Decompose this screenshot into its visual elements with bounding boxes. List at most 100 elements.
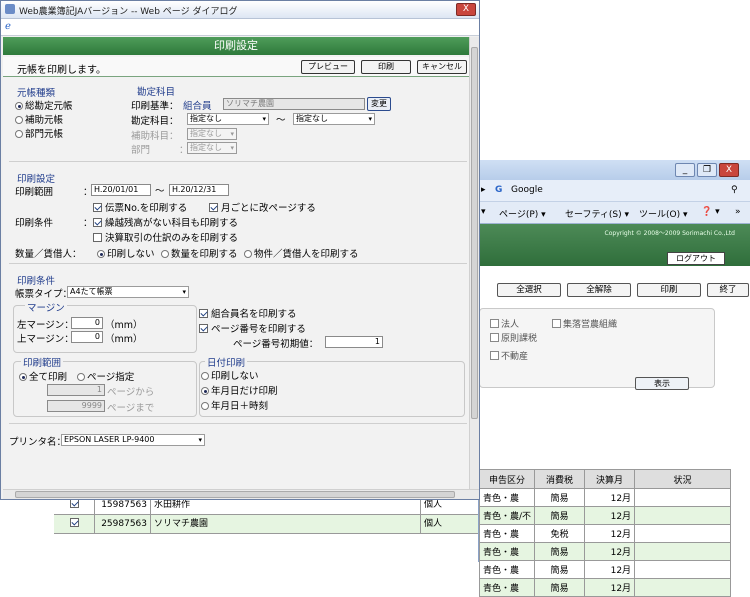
account-to-select[interactable]: 指定なし ▾ — [293, 113, 375, 125]
page-from-input: 1 — [47, 384, 105, 396]
preview-button[interactable]: プレビュー — [301, 60, 355, 74]
print-range-label: 印刷範囲 — [15, 187, 54, 198]
date-time-radio[interactable]: 年月日＋時刻 — [201, 398, 268, 412]
chevron-down-icon: ▾ — [230, 144, 234, 152]
print-button[interactable]: 印刷 — [361, 60, 411, 74]
ledger-sub-radio[interactable]: 補助元帳 — [15, 112, 63, 126]
qty-none-radio[interactable]: 印刷しない — [97, 246, 155, 260]
chevron-down-icon: ▾ — [182, 288, 186, 296]
slip-number-checkbox[interactable]: 伝票No.を印刷する — [93, 200, 187, 214]
left-margin-input[interactable]: 0 — [71, 317, 103, 329]
account-title: 勘定科目 — [137, 87, 176, 98]
date-print-title: 日付印刷 — [205, 355, 248, 369]
more-icon[interactable]: » — [735, 207, 741, 217]
filter-community-farm[interactable]: 集落営農組織 — [552, 317, 617, 330]
account-label: 勘定科目： — [131, 116, 179, 127]
cell-type: 個人 — [420, 515, 478, 534]
table-row[interactable]: 青色・農 簡易 12月 — [478, 560, 732, 579]
table-row[interactable]: 青色・農 免税 12月 — [478, 524, 732, 543]
table-row[interactable]: 青色・農 簡易 12月 — [478, 578, 732, 597]
deselect-all-button[interactable]: 全解除 — [567, 283, 631, 297]
page-per-month-checkbox[interactable]: 月ごとに改ページする — [209, 200, 316, 214]
dropdown-arrow-icon[interactable]: ▸ — [481, 185, 486, 195]
horizontal-scrollbar[interactable] — [3, 489, 479, 499]
filter-principle-tax[interactable]: 原則課税 — [490, 331, 537, 344]
dialog-body: 印刷設定 元帳を印刷します。 プレビュー 印刷 キャンセル 元帳種類 総勘定元帳… — [3, 37, 469, 489]
range-all-radio[interactable]: 全て印刷 — [19, 369, 67, 383]
home-menu-icon[interactable]: ▾ — [481, 207, 486, 217]
carryover-checkbox[interactable]: 繰越残高がない科目も印刷する — [93, 215, 238, 229]
cell-status — [634, 560, 732, 579]
settlement-only-checkbox[interactable]: 決算取引の仕訳のみを印刷する — [93, 230, 238, 244]
form-type-select[interactable]: A4たて帳票 ▾ — [67, 286, 189, 298]
search-toolbar: ▸ G Google ⚲ — [479, 180, 750, 202]
cell-declaration: 青色・農 — [478, 524, 536, 543]
ledger-dept-radio[interactable]: 部門元帳 — [15, 126, 63, 140]
cell-tax: 簡易 — [534, 578, 586, 597]
table-row[interactable]: 青色・農 簡易 12月 — [478, 542, 732, 561]
search-icon[interactable]: ⚲ — [731, 185, 738, 195]
qty-quantity-radio[interactable]: 数量を印刷する — [161, 246, 238, 260]
print-page-number-checkbox[interactable]: ページ番号を印刷する — [199, 321, 306, 335]
page-initial-input[interactable]: 1 — [325, 336, 383, 348]
exit-button[interactable]: 終了 — [707, 283, 749, 297]
ledger-general-radio[interactable]: 総勘定元帳 — [15, 98, 73, 112]
date-to-input[interactable]: H.20/12/31 — [169, 184, 229, 196]
table-row[interactable]: 25987563 ソリマチ農園 個人 — [54, 515, 478, 534]
basis-value: 組合員 — [183, 101, 212, 112]
section-divider — [9, 423, 467, 424]
scrollbar-thumb[interactable] — [471, 47, 478, 419]
change-button[interactable]: 変更 — [367, 97, 391, 111]
chevron-down-icon: ▾ — [368, 115, 372, 123]
date-from-input[interactable]: H.20/01/01 — [91, 184, 151, 196]
show-button[interactable]: 表示 — [635, 377, 689, 390]
cell-status — [634, 578, 732, 597]
filter-panel: 法人 集落営農組織 原則課税 不動産 — [479, 308, 715, 388]
cell-tax: 簡易 — [534, 488, 586, 507]
top-margin-input[interactable]: 0 — [71, 331, 103, 343]
qty-property-radio[interactable]: 物件／賃借人を印刷する — [244, 246, 359, 260]
dialog-header-title: 印刷設定 — [3, 37, 469, 55]
tools-menu[interactable]: ツール(O) ▾ — [639, 207, 688, 220]
column-header-consumption-tax: 消費税 — [534, 469, 586, 489]
account-from-select[interactable]: 指定なし ▾ — [187, 113, 269, 125]
basis-label: 印刷基準： — [131, 101, 179, 112]
scrollbar-thumb[interactable] — [15, 491, 455, 498]
cell-tax: 免税 — [534, 524, 586, 543]
section-divider — [9, 263, 467, 264]
print-member-name-checkbox[interactable]: 組合員名を印刷する — [199, 306, 297, 320]
cell-declaration: 青色・農 — [478, 542, 536, 561]
sub-account-select: 指定なし ▾ — [187, 128, 237, 140]
table-row[interactable]: 青色・農 簡易 12月 — [478, 488, 732, 507]
copyright-text: Copyright © 2008～2009 Sorimachi Co.,Ltd — [604, 230, 735, 237]
help-menu[interactable]: ❓ ▾ — [701, 207, 720, 217]
range-pages-radio[interactable]: ページ指定 — [77, 369, 134, 383]
minimize-button[interactable]: _ — [675, 163, 695, 177]
print-list-button[interactable]: 印刷 — [637, 283, 701, 297]
search-box-label[interactable]: Google — [511, 185, 543, 195]
cancel-button[interactable]: キャンセル — [417, 60, 467, 74]
ie-page-icon: ℯ — [5, 21, 11, 32]
date-none-radio[interactable]: 印刷しない — [201, 368, 259, 382]
date-only-radio[interactable]: 年月日だけ印刷 — [201, 383, 278, 397]
row-checkbox[interactable] — [54, 515, 94, 534]
page-menu[interactable]: ページ(P) ▾ — [499, 207, 546, 220]
select-all-button[interactable]: 全選択 — [497, 283, 561, 297]
vertical-scrollbar[interactable] — [469, 37, 479, 489]
safety-menu[interactable]: セーフティ(S) ▾ — [565, 207, 629, 220]
background-browser-window: _ ❐ X ▸ G Google ⚲ ▾ ページ(P) ▾ セーフティ(S) ▾… — [478, 160, 750, 597]
action-bar: 元帳を印刷します。 プレビュー 印刷 キャンセル — [3, 57, 469, 77]
cell-declaration: 青色・農/不 — [478, 506, 536, 525]
cell-tax: 簡易 — [534, 560, 586, 579]
cell-status — [634, 524, 732, 543]
printer-select[interactable]: EPSON LASER LP-9400 ▾ — [61, 434, 205, 446]
logout-button[interactable]: ログアウト — [667, 252, 725, 265]
filter-real-estate[interactable]: 不動産 — [490, 349, 528, 362]
filter-corporation[interactable]: 法人 — [490, 317, 519, 330]
table-row[interactable]: 青色・農/不 簡易 12月 — [478, 506, 732, 525]
page-from-label: ページから — [107, 387, 155, 398]
close-window-button[interactable]: X — [719, 163, 739, 177]
close-dialog-button[interactable]: X — [456, 3, 476, 16]
maximize-button[interactable]: ❐ — [697, 163, 717, 177]
google-icon: G — [495, 185, 503, 195]
